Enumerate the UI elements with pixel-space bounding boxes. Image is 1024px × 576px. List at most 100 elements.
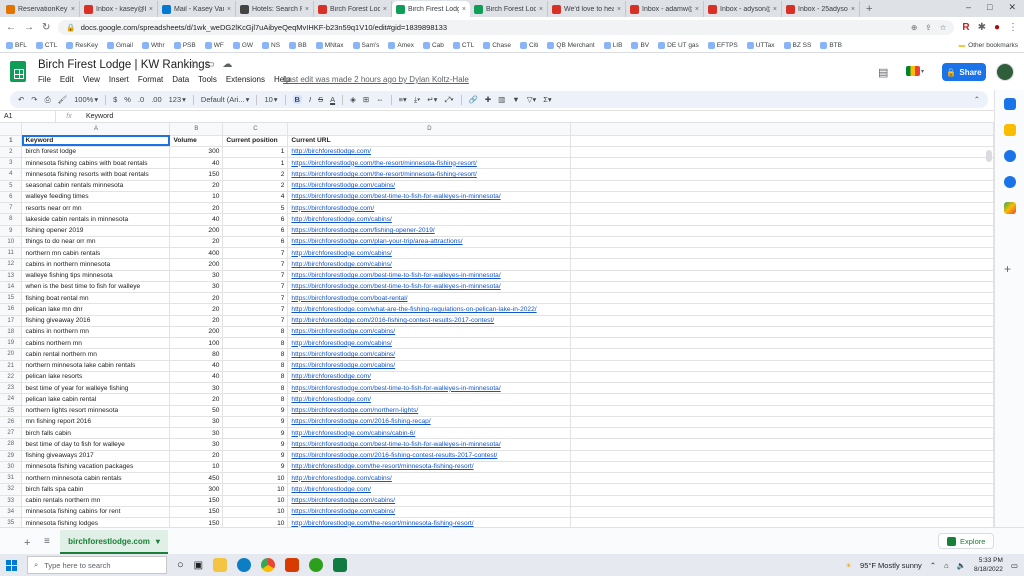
position-cell[interactable]: 9: [222, 427, 289, 440]
volume-cell[interactable]: 30: [169, 270, 224, 282]
url-cell[interactable]: https://birchforestlodge.com/the-resort/…: [287, 168, 572, 181]
row-header[interactable]: 18: [0, 326, 23, 339]
bookmark-item[interactable]: Citi: [520, 41, 538, 49]
url-cell[interactable]: https://birchforestlodge.com/cabins/: [287, 506, 572, 519]
volume-cell[interactable]: 100: [169, 337, 224, 350]
row-header[interactable]: 9: [0, 225, 23, 237]
empty-cell[interactable]: [570, 405, 994, 417]
row-header[interactable]: 10: [0, 236, 23, 249]
volume-cell[interactable]: 300: [169, 146, 224, 159]
empty-cell[interactable]: [570, 506, 994, 519]
volume-cell[interactable]: 150: [169, 506, 224, 519]
row-header[interactable]: 28: [0, 438, 23, 451]
keyword-cell[interactable]: walleye feeding times: [21, 191, 171, 204]
empty-cell[interactable]: [570, 258, 994, 271]
browser-tab[interactable]: We'd love to hear from you×: [548, 1, 626, 17]
row-header[interactable]: 4: [0, 168, 23, 181]
close-tab-icon[interactable]: ×: [773, 6, 777, 13]
keyword-cell[interactable]: when is the best time to fish for walley…: [21, 281, 171, 294]
position-cell[interactable]: 1: [222, 146, 289, 159]
bookmark-item[interactable]: WF: [204, 41, 224, 49]
empty-cell[interactable]: [570, 281, 994, 294]
keyword-cell[interactable]: cabin rentals northern mn: [21, 495, 171, 507]
position-cell[interactable]: 1: [222, 157, 289, 170]
browser-tab[interactable]: Inbox - 25adyson@...×: [782, 1, 860, 17]
position-cell[interactable]: 10: [222, 506, 289, 519]
row-header[interactable]: 32: [0, 483, 23, 496]
browser-tab[interactable]: Birch Firest Lodge | KW Rankings×: [392, 1, 470, 17]
bookmark-item[interactable]: LIB: [603, 41, 622, 49]
url-cell[interactable]: http://birchforestlodge.com/: [287, 393, 572, 406]
all-sheets-button[interactable]: ≡: [44, 536, 50, 547]
keyword-cell[interactable]: minnesota fishing cabins with boat renta…: [21, 157, 171, 170]
browser-tab[interactable]: Inbox - adyson@...×: [704, 1, 782, 17]
position-cell[interactable]: 9: [222, 450, 289, 462]
column-title-cell[interactable]: Keyword: [21, 135, 171, 147]
position-cell[interactable]: 7: [222, 281, 289, 294]
row-header[interactable]: 8: [0, 213, 23, 226]
browser-tab[interactable]: Hotels: Search Results×: [236, 1, 314, 17]
reload-icon[interactable]: ↻: [42, 22, 50, 33]
sheets-logo[interactable]: [10, 61, 26, 82]
vertical-align-icon[interactable]: ⤓▾: [414, 95, 420, 105]
row-header[interactable]: 5: [0, 180, 23, 192]
strikethrough-button[interactable]: S: [318, 95, 323, 104]
empty-cell[interactable]: [570, 495, 994, 507]
url-text[interactable]: docs.google.com/spreadsheets/d/1wk_weDG2…: [81, 23, 447, 32]
keyword-cell[interactable]: lakeside cabin rentals in minnesota: [21, 213, 171, 226]
menu-item[interactable]: Tools: [198, 75, 217, 84]
column-title-cell[interactable]: Current position: [222, 135, 289, 147]
row-header[interactable]: 31: [0, 472, 23, 485]
currency-format-button[interactable]: $: [113, 95, 117, 104]
row-header[interactable]: 17: [0, 315, 23, 327]
volume-cell[interactable]: 50: [169, 405, 224, 417]
url-cell[interactable]: https://birchforestlodge.com/cabins/: [287, 326, 572, 339]
volume-cell[interactable]: 150: [169, 495, 224, 507]
position-cell[interactable]: 10: [222, 472, 289, 485]
volume-cell[interactable]: 30: [169, 382, 224, 395]
keyword-cell[interactable]: fishing opener 2019: [21, 225, 171, 237]
row-header[interactable]: 27: [0, 427, 23, 440]
empty-cell[interactable]: [570, 247, 994, 260]
bookmark-item[interactable]: Cab: [422, 41, 444, 49]
keyword-cell[interactable]: birch forest lodge: [21, 146, 171, 159]
empty-cell[interactable]: [570, 213, 994, 226]
empty-cell[interactable]: [570, 236, 994, 249]
url-cell[interactable]: https://birchforestlodge.com/cabins/: [287, 348, 572, 361]
volume-cell[interactable]: 30: [169, 438, 224, 451]
url-cell[interactable]: https://birchforestlodge.com/cabins/: [287, 360, 572, 372]
borders-icon[interactable]: ⊞: [363, 95, 369, 104]
empty-cell[interactable]: [570, 292, 994, 305]
horizontal-align-icon[interactable]: ≡▾: [399, 95, 407, 104]
volume-cell[interactable]: 150: [169, 168, 224, 181]
empty-cell[interactable]: [570, 348, 994, 361]
close-tab-icon[interactable]: ×: [851, 6, 855, 13]
clock[interactable]: 5:33 PM 8/18/2022: [974, 556, 1003, 574]
keyword-cell[interactable]: mn fishing report 2016: [21, 416, 171, 429]
position-cell[interactable]: 8: [222, 393, 289, 406]
volume-cell[interactable]: 10: [169, 191, 224, 204]
windows-start-icon[interactable]: [6, 559, 17, 571]
volume-cell[interactable]: 20: [169, 202, 224, 215]
network-icon[interactable]: ⌂: [944, 561, 949, 570]
empty-cell[interactable]: [570, 180, 994, 192]
bookmark-item[interactable]: BB: [289, 41, 307, 49]
empty-cell[interactable]: [570, 135, 994, 147]
volume-cell[interactable]: 200: [169, 258, 224, 271]
formula-input[interactable]: Keyword: [82, 113, 113, 120]
bookmark-star-icon[interactable]: ☆: [940, 23, 947, 32]
close-tab-icon[interactable]: ×: [539, 6, 543, 13]
position-cell[interactable]: 8: [222, 371, 289, 384]
address-bar[interactable]: 🔒 docs.google.com/spreadsheets/d/1wk_weD…: [58, 20, 955, 35]
empty-cell[interactable]: [570, 427, 994, 440]
menu-item[interactable]: Insert: [109, 75, 129, 84]
volume-cell[interactable]: 20: [169, 450, 224, 462]
column-title-cell[interactable]: Current URL: [287, 135, 572, 147]
position-cell[interactable]: 4: [222, 191, 289, 204]
column-header[interactable]: A: [21, 123, 171, 136]
volume-cell[interactable]: 200: [169, 326, 224, 339]
maximize-icon[interactable]: □: [987, 2, 992, 13]
column-header[interactable]: B: [169, 123, 224, 136]
functions-icon[interactable]: Σ▾: [543, 95, 551, 104]
task-view-icon[interactable]: ▣: [194, 560, 203, 571]
